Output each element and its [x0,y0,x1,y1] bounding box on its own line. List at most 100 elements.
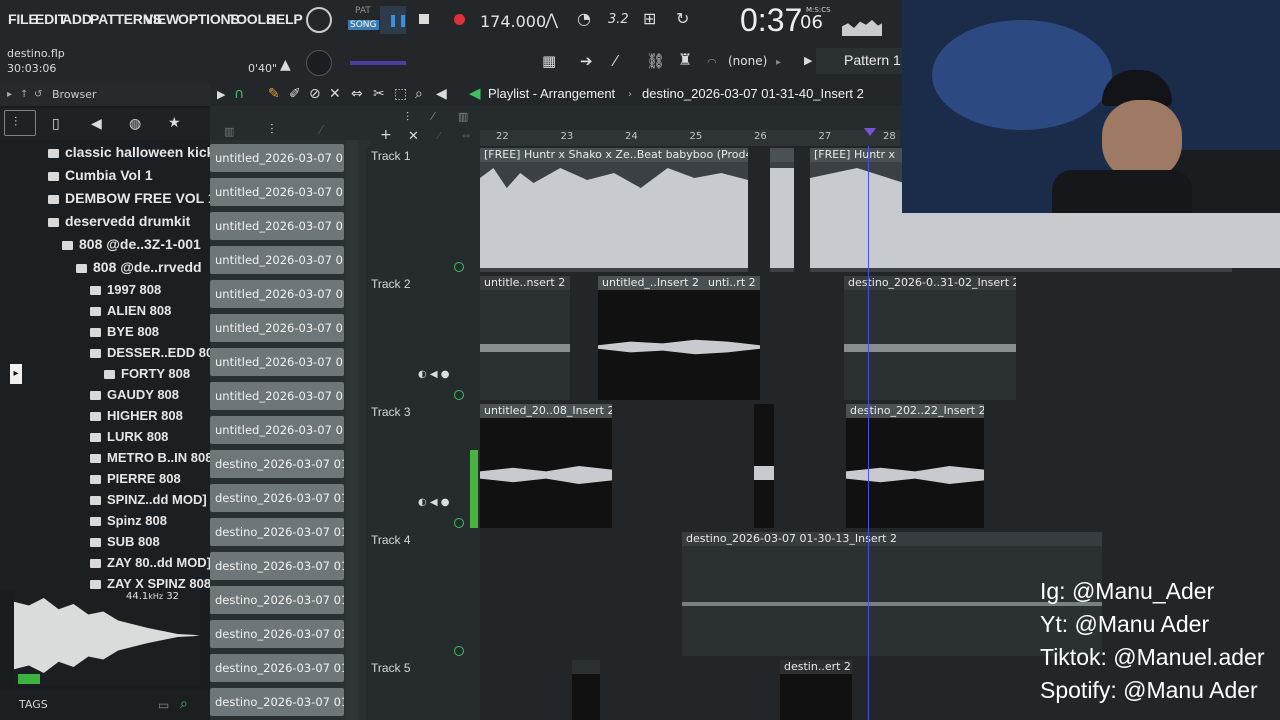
link-icon[interactable]: ⛓ [646,54,665,69]
clip-track2-d[interactable]: destino_2026-0..31-02_Insert 2 [844,276,1016,400]
tree-item[interactable]: DEMBOW FREE VOL 1 [48,190,216,206]
piano-roll-icon[interactable]: ▦ [542,54,556,69]
speaker-icon[interactable]: ◀ [436,87,447,101]
playhead-marker-icon[interactable] [864,128,876,136]
audio-clip-icon[interactable]: ⫶ [270,123,274,137]
clip-track1-b[interactable] [770,148,794,272]
master-volume-knob[interactable] [306,50,332,76]
tree-item[interactable]: Spinz 808 [90,513,167,528]
picker-item[interactable]: destino_2026-03-07 01-... [210,654,344,682]
plugin-database-icon[interactable]: ♜ [678,52,692,68]
add-track-icon[interactable]: + [380,128,392,142]
picker-item[interactable]: untitled_2026-03-07 01-... [210,348,344,376]
clip-track2-c[interactable]: unti..rt 2 [704,276,760,290]
tree-item[interactable]: classic halloween kick [48,144,214,160]
clip-track4-a[interactable]: destino_2026-03-07 01-30-13_Insert 2 [682,532,1102,656]
tree-item[interactable]: 808 @de..3Z-1-001 [62,236,201,252]
folder-icon[interactable]: ▭ [158,698,169,712]
track-1-led[interactable] [454,262,464,272]
piano-mini-icon[interactable]: ▥ [458,110,468,124]
piano-icon[interactable]: ▥ [224,125,234,139]
picker-scrollbar[interactable] [346,140,358,720]
track-4-label[interactable]: Track 4 [371,533,411,547]
clip-track5-b[interactable]: destin..ert 2 [780,660,852,720]
mute-icon[interactable]: ✕ [329,87,341,101]
tree-item[interactable]: LURK 808 [90,429,168,444]
browser-all-tab[interactable]: ⫶ [4,110,36,136]
tree-item[interactable]: SPINZ..dd MOD] [90,492,207,507]
timeline-ruler[interactable]: 22 23 24 25 26 27 28 [480,130,900,146]
clip-track2-b[interactable]: untitled_..Insert 2 [598,276,760,400]
song-mode-button[interactable]: SONG [348,20,379,30]
tree-item[interactable]: PIERRE 808 [90,471,181,486]
track-3-controls-icon[interactable]: ◐ ◀ ● [418,496,450,510]
brush-icon[interactable]: ✐ [289,87,301,101]
tree-item[interactable]: METRO B..IN 808 [90,450,212,465]
pause-button[interactable]: ❚❚ [380,6,408,34]
arrow-right-icon[interactable]: ▸ [776,56,781,70]
wait-record-icon[interactable]: ◔ [577,11,591,27]
tree-scroll-handle[interactable]: ▸ [10,364,22,384]
pattern-box[interactable]: Pattern 1 [816,48,910,74]
clip-track2-a[interactable]: untitle..nsert 2 [480,276,570,400]
track-5-label[interactable]: Track 5 [371,661,411,675]
metronome-small-icon[interactable]: ▲ [280,58,291,72]
search-icon[interactable]: ⌕ [180,697,188,711]
picker-item[interactable]: untitled_2026-03-07 01-... [210,314,344,342]
tree-item[interactable]: FORTY 808 [104,366,190,381]
tree-item[interactable]: ALIEN 808 [90,303,171,318]
zoom-icon[interactable]: ⌕ [415,87,423,101]
picker-item[interactable]: destino_2026-03-07 01-... [210,620,344,648]
pen-mini-icon[interactable]: ⁄ [432,110,434,124]
tree-item[interactable]: HIGHER 808 [90,408,183,423]
tree-item[interactable]: SUB 808 [90,534,160,549]
track-1-label[interactable]: Track 1 [371,149,411,163]
tree-item[interactable]: GAUDY 808 [90,387,179,402]
tree-item[interactable]: 1997 808 [90,282,161,297]
tree-item[interactable]: ZAY 80..dd MOD] [90,555,211,570]
magnet-icon[interactable]: ∩ [234,87,244,101]
picker-item[interactable]: destino_2026-03-07 01-... [210,518,344,546]
clip-track3-a[interactable]: untitled_20..08_Insert 2 [480,404,612,528]
step-edit-icon[interactable]: ⊞ [643,11,656,27]
up-arrow-icon[interactable]: ↑ [20,88,28,102]
tree-item[interactable]: Cumbia Vol 1 [48,167,153,183]
star-icon[interactable]: ★ [168,116,181,130]
tempo-display[interactable]: 174.000 [480,12,546,31]
tree-item[interactable]: deservedd drumkit [48,213,190,229]
track-2-led[interactable] [454,390,464,400]
pattern-selector[interactable]: (none) [728,54,767,68]
refresh-icon[interactable]: ↺ [34,88,42,102]
playlist-menu-icon[interactable]: ▶ [217,88,225,102]
picker-item[interactable]: untitled_2026-03-07 01-... [210,280,344,308]
mixer-icon[interactable]: ⁄ [614,54,617,69]
slip-icon[interactable]: ⇔ [351,87,363,101]
pencil-icon[interactable]: ✎ [268,87,280,101]
record-icon[interactable] [454,14,465,25]
picker-item[interactable]: destino_2026-03-07 01-... [210,552,344,580]
clip-track1-a[interactable]: [FREE] Huntr x Shako x Ze..Beat babyboo … [480,148,748,272]
clip-track5-a[interactable] [572,660,600,720]
picker-item[interactable]: untitled_2026-03-07 01-... [210,382,344,410]
select-icon[interactable]: ⬚ [394,87,407,101]
menu-view[interactable]: VIEW [144,11,179,27]
menu-file[interactable]: FILE [8,11,38,27]
globe-icon[interactable]: ◍ [129,117,141,131]
track-2-label[interactable]: Track 2 [371,277,411,291]
countdown-icon[interactable]: 3.2 [608,13,629,27]
tree-item[interactable]: DESSER..EDD 808 [90,345,220,360]
plugin-icon[interactable]: ◀ [91,117,102,131]
picker-item[interactable]: untitled_2026-03-07 01-... [210,246,344,274]
tree-item[interactable]: BYE 808 [90,324,159,339]
channel-rack-icon[interactable]: ➔ [580,54,593,69]
document-icon[interactable]: ▯ [52,117,60,131]
track-4-led[interactable] [454,646,464,656]
menu-add[interactable]: ADD [62,11,92,27]
metronome-icon[interactable]: ⋀ [545,12,558,28]
delete-icon[interactable]: ⊘ [309,87,321,101]
pattern-song-toggle-icon[interactable] [306,7,332,33]
tree-item[interactable]: 808 @de..rrvedd [76,259,202,275]
tree-item[interactable]: ZAY X SPINZ 808 [90,576,211,591]
menu-help[interactable]: HELP [266,11,303,27]
track-3-label[interactable]: Track 3 [371,405,411,419]
